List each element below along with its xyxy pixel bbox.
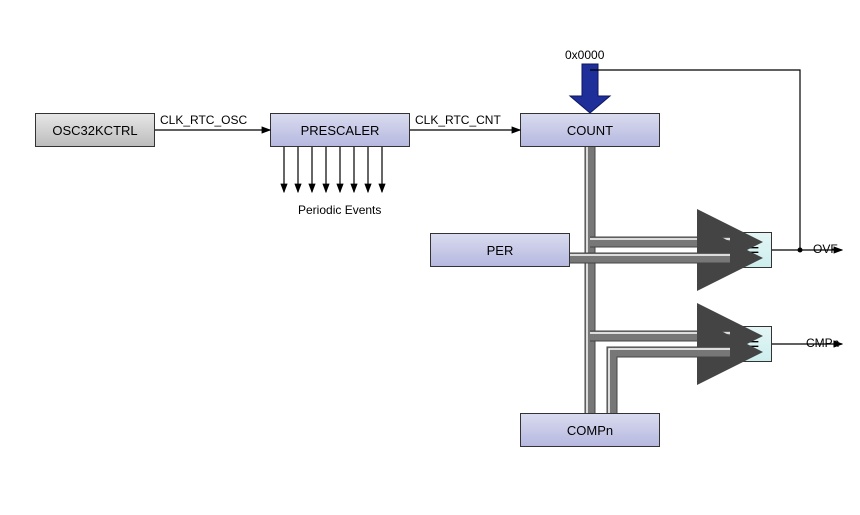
osc32kctrl-block: OSC32KCTRL bbox=[35, 113, 155, 147]
clk-rtc-osc-label: CLK_RTC_OSC bbox=[160, 113, 247, 127]
periodic-event-arrows bbox=[284, 147, 382, 192]
ovf-feedback-path bbox=[590, 70, 842, 253]
compn-block: COMPn bbox=[520, 413, 660, 447]
prescaler-block: PRESCALER bbox=[270, 113, 410, 147]
compn-bus bbox=[609, 349, 730, 413]
compare-equal-2: = bbox=[736, 326, 772, 362]
per-block: PER bbox=[430, 233, 570, 267]
reset-value-label: 0x0000 bbox=[565, 48, 604, 62]
count-bus bbox=[587, 147, 730, 413]
per-bus bbox=[570, 255, 730, 258]
periodic-events-label: Periodic Events bbox=[298, 203, 381, 217]
compare-equal-1: = bbox=[736, 232, 772, 268]
reset-arrow bbox=[570, 64, 610, 113]
clk-rtc-cnt-label: CLK_RTC_CNT bbox=[415, 113, 501, 127]
cmpn-label: CMPn bbox=[806, 336, 839, 350]
ovf-label: OVF bbox=[813, 242, 838, 256]
count-block: COUNT bbox=[520, 113, 660, 147]
